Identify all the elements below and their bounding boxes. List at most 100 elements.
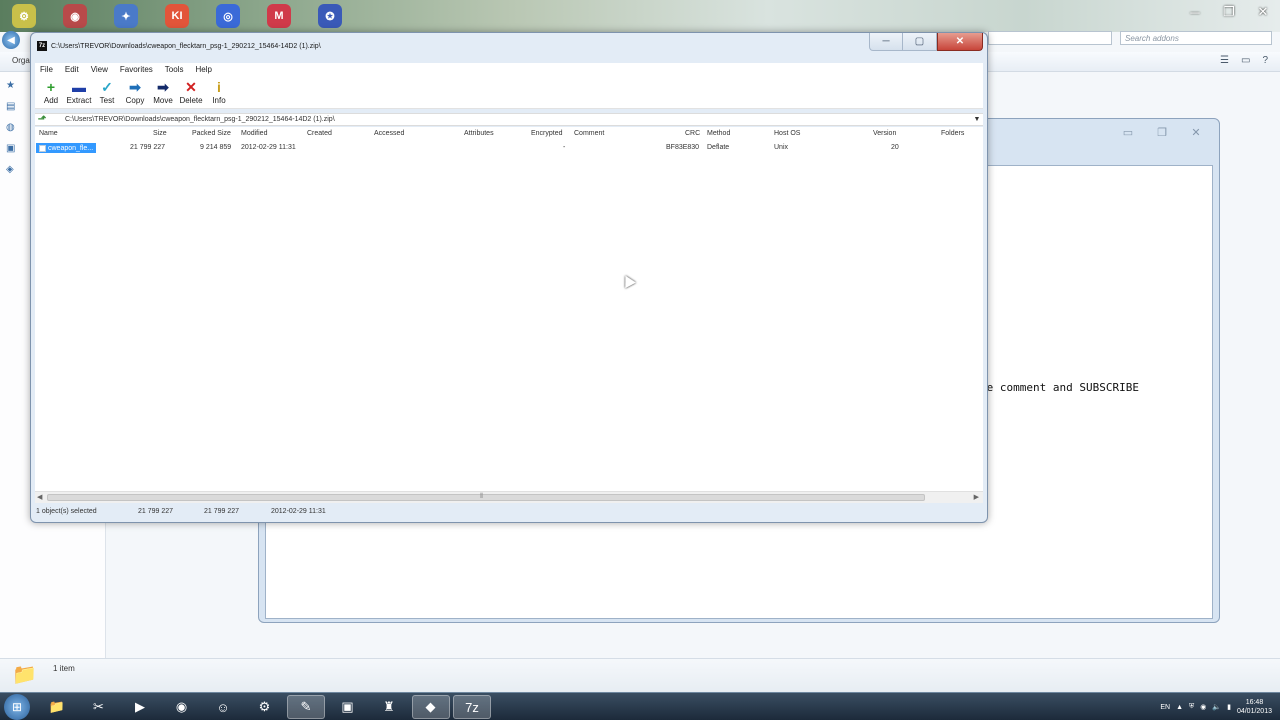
preview-pane-icon[interactable]: ▭ [1241, 55, 1250, 66]
menu-help[interactable]: Help [195, 65, 211, 74]
menu-bar: File Edit View Favorites Tools Help [35, 63, 983, 75]
row-name-cell[interactable]: cweapon_fle... [36, 143, 97, 153]
start-button[interactable]: ⊞ [4, 694, 30, 720]
menu-favorites[interactable]: Favorites [120, 65, 153, 74]
row-crc: BF83E830 [666, 144, 700, 151]
status-modified: 2012-02-29 11:31 [271, 508, 326, 515]
language-indicator[interactable]: EN [1160, 704, 1170, 711]
clock-date: 04/01/2013 [1236, 708, 1272, 715]
scroll-left-icon[interactable]: ◀ [37, 493, 42, 501]
taskbar-editor-icon[interactable]: ✎ [287, 695, 325, 719]
horizontal-scrollbar[interactable]: ◀ ⦀ ▶ [35, 491, 983, 503]
taskbar-game-icon[interactable]: ♜ [370, 695, 408, 719]
outer-close-button[interactable]: ✕ [1246, 0, 1280, 24]
up-folder-icon[interactable]: ⬏ [35, 114, 49, 125]
bg-window-controls: ▭ ❐ ✕ [1113, 123, 1211, 141]
desktop-shortcut-icon[interactable]: ⚙ [12, 4, 36, 28]
row-packed: 9 214 859 [200, 144, 232, 151]
column-header-accessed[interactable]: Accessed [374, 130, 404, 137]
help-icon[interactable]: ? [1262, 55, 1268, 66]
back-button[interactable]: ◀ [2, 31, 20, 49]
taskbar-media-icon[interactable]: ▶ [121, 695, 159, 719]
copy-button[interactable]: ➡ Copy [121, 79, 149, 107]
homegroup-icon[interactable]: ◍ [6, 122, 15, 133]
libraries-icon[interactable]: ▤ [6, 101, 15, 112]
taskbar-7zip-icon[interactable]: 7z [453, 695, 491, 719]
menu-tools[interactable]: Tools [165, 65, 184, 74]
scroll-grip-icon: ⦀ [480, 493, 484, 500]
column-header-packed-size[interactable]: Packed Size [192, 130, 231, 137]
close-button[interactable]: ✕ [937, 33, 983, 51]
tray-signal-icon[interactable]: ▮ [1227, 703, 1231, 711]
maximize-button[interactable]: ▢ [903, 33, 937, 51]
info-icon: i [217, 79, 221, 95]
desktop-shortcut-icon[interactable]: ◎ [216, 4, 240, 28]
column-header-created[interactable]: Created [307, 130, 332, 137]
info-button[interactable]: i Info [205, 79, 233, 107]
view-options-icon[interactable]: ☰ [1220, 55, 1229, 66]
bg-close-button[interactable]: ✕ [1181, 123, 1211, 141]
column-header-folders[interactable]: Folders [941, 130, 964, 137]
column-header-crc[interactable]: CRC [685, 130, 700, 137]
extract-button[interactable]: ▬ Extract [65, 79, 93, 107]
move-button[interactable]: ➡ Move [149, 79, 177, 107]
bg-minimize-button[interactable]: ▭ [1113, 123, 1143, 141]
add-button[interactable]: + Add [37, 79, 65, 107]
status-selected: 1 object(s) selected [36, 508, 97, 515]
tray-volume-icon[interactable]: 🔈 [1212, 703, 1221, 711]
column-header-encrypted[interactable]: Encrypted [531, 130, 563, 137]
explorer-address-bar[interactable] [988, 31, 1112, 45]
taskbar-tools-icon[interactable]: ✂ [80, 695, 118, 719]
minimize-button[interactable]: ─ [869, 33, 903, 51]
path-input[interactable]: C:\Users\TREVOR\Downloads\cweapon_fleckt… [65, 116, 971, 123]
test-button[interactable]: ✓ Test [93, 79, 121, 107]
column-header-modified[interactable]: Modified [241, 130, 267, 137]
desktop-shortcut-icon[interactable]: KI [165, 4, 189, 28]
7zip-window-controls: ─ ▢ ✕ [869, 33, 983, 51]
chevron-down-icon[interactable]: ▼ [971, 116, 983, 123]
computer-icon[interactable]: ▣ [6, 143, 15, 154]
taskbar-messenger-icon[interactable]: ☺ [204, 695, 242, 719]
delete-button[interactable]: ✕ Delete [177, 79, 205, 107]
taskbar-explorer-icon[interactable]: 📁 [38, 695, 76, 719]
taskbar-chrome-icon[interactable]: ◉ [163, 695, 201, 719]
file-list: Name Size Packed Size Modified Created Access… [35, 127, 983, 491]
organize-button[interactable]: Orga [12, 56, 30, 65]
desktop-shortcut-icon[interactable]: ✪ [318, 4, 342, 28]
explorer-search-input[interactable]: Search addons [1120, 31, 1272, 45]
desktop-shortcut-icon[interactable]: ◉ [63, 4, 87, 28]
menu-view[interactable]: View [91, 65, 108, 74]
column-header-attributes[interactable]: Attributes [464, 130, 494, 137]
7zip-app-icon: 7z [37, 41, 47, 51]
bg-maximize-button[interactable]: ❐ [1147, 123, 1177, 141]
column-header-comment[interactable]: Comment [574, 130, 604, 137]
clock[interactable]: 16:48 04/01/2013 [1237, 698, 1272, 716]
taskbar-files-icon[interactable]: ▣ [329, 695, 367, 719]
row-modified: 2012-02-29 11:31 [241, 144, 296, 151]
desktop-shortcut-icon[interactable]: ✦ [114, 4, 138, 28]
tray-shield-icon[interactable]: ⛨ [1189, 703, 1194, 711]
7zip-toolbar: + Add ▬ Extract ✓ Test ➡ Copy ➡ Move ✕ Delete i Info [35, 75, 983, 109]
column-header-size[interactable]: Size [153, 130, 167, 137]
tray-network-icon[interactable]: ◉ [1200, 703, 1206, 711]
taskbar-ps-icon[interactable]: ◆ [411, 695, 450, 719]
menu-edit[interactable]: Edit [65, 65, 79, 74]
bg-window-text: te comment and SUBSCRIBE [980, 381, 1139, 394]
file-icon [39, 144, 46, 152]
scroll-right-icon[interactable]: ▶ [974, 493, 979, 501]
table-row[interactable]: cweapon_fle... 21 799 227 9 214 859 2012-02… [35, 141, 983, 155]
network-icon[interactable]: ◈ [6, 164, 15, 175]
menu-file[interactable]: File [40, 65, 53, 74]
outer-maximize-button[interactable]: ❐ [1212, 0, 1246, 24]
desktop-shortcut-icon[interactable]: M [267, 4, 291, 28]
column-header-name[interactable]: Name [39, 130, 58, 137]
favorites-icon[interactable]: ★ [6, 80, 15, 91]
column-header-host-os[interactable]: Host OS [774, 130, 800, 137]
column-header-version[interactable]: Version [873, 130, 896, 137]
scrollbar-thumb[interactable] [47, 494, 925, 501]
column-header-method[interactable]: Method [707, 130, 730, 137]
outer-minimize-button[interactable]: ─ [1178, 0, 1212, 24]
taskbar-network-icon[interactable]: ⚙ [246, 695, 284, 719]
explorer-status-bar [0, 658, 1280, 692]
tray-expand-icon[interactable]: ▲ [1176, 704, 1183, 711]
